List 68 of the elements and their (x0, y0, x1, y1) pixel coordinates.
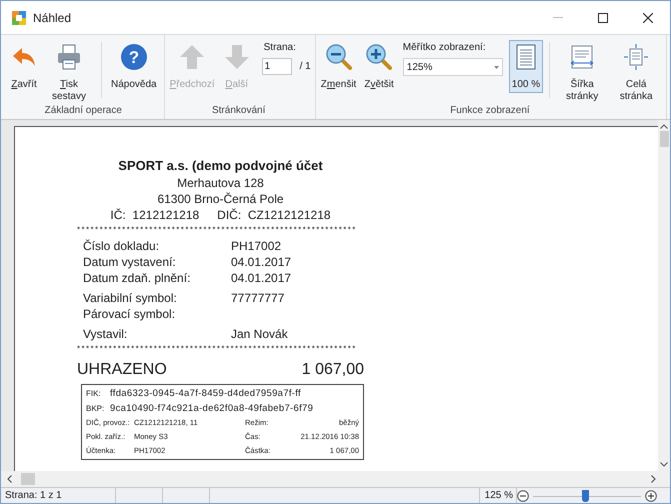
page-label: Strana: (264, 41, 297, 55)
up-arrow-icon (178, 43, 206, 71)
scale-label: Měřítko zobrazení: (402, 41, 487, 55)
zoom-out-icon (324, 43, 353, 71)
company-name: SPORT a.s. (demo podvojné účet (117, 157, 324, 175)
field-value: 77777777 (231, 290, 284, 306)
page-total: / 1 (300, 60, 311, 74)
field-label: Variabilní symbol: (83, 290, 178, 306)
zoom-in-icon[interactable] (645, 490, 657, 502)
scroll-left-icon (7, 475, 12, 483)
code-value: 9ca10490-f74c921a-de62f0a8-49fabeb7-6f79 (110, 402, 314, 416)
vertical-scrollbar[interactable] (658, 120, 670, 471)
scroll-down-icon (660, 462, 668, 467)
ribbon-button[interactable]: 100 % (508, 40, 544, 93)
ribbon-button: Další (220, 40, 254, 93)
code-value: ffda6323-0945-4a7f-8459-d4ded7959a7f-ff (110, 387, 301, 401)
ribbon-button[interactable]: Celá stránka (610, 40, 662, 105)
field-label: Vystavil: (83, 326, 128, 342)
horizontal-scrollbar[interactable] (1, 471, 670, 487)
minimize-icon (552, 17, 562, 18)
ribbon-button[interactable]: Zmenšit (318, 40, 360, 93)
separator-line: ************************************************************** (77, 226, 358, 234)
separator-line: ************************************************************** (77, 345, 358, 353)
field-value: Jan Novák (231, 326, 288, 342)
address-line: 61300 Brno-Černá Pole (156, 191, 285, 207)
field-label: Datum zdaň. plnění: (83, 270, 192, 286)
maximize-icon (598, 12, 608, 22)
total-label: UHRAZENO (77, 360, 167, 380)
ribbon-button[interactable]: Zavřít (7, 40, 41, 93)
printer-icon (55, 43, 83, 71)
ribbon-button[interactable]: Tisk sestavy (43, 40, 95, 105)
field-label: Datum vystavení: (83, 254, 177, 270)
field-label: Číslo dokladu: (83, 238, 160, 254)
group-label: Základní operace (44, 104, 123, 117)
field-label: Párovací symbol: (83, 306, 176, 322)
scrollbar-thumb[interactable] (21, 473, 35, 485)
field-value: 04.01.2017 (231, 270, 292, 286)
address-line: Merhautova 128 (176, 175, 265, 191)
zoom-slider[interactable] (533, 490, 641, 502)
ribbon-button[interactable]: ? Nápověda (108, 40, 160, 93)
total-amount: 1 067,00 (302, 360, 364, 380)
app-icon (11, 10, 27, 26)
group-label: Stránkování (210, 104, 266, 117)
help-icon: ? (120, 43, 148, 71)
company-id: IČ: 1212121218 (110, 207, 200, 223)
scale-combo[interactable]: 125% (402, 58, 503, 76)
company-id: DIČ: CZ1212121218 (217, 207, 331, 223)
field-value: 04.01.2017 (231, 254, 292, 270)
group-label: Funkce zobrazení (449, 104, 531, 117)
page-input[interactable]: 1 (262, 58, 292, 75)
dropdown-icon (494, 66, 499, 68)
ribbon-button[interactable]: Šířka stránky (556, 40, 608, 105)
ribbon-button[interactable]: Zvětšit (361, 40, 397, 93)
field-value: PH17002 (231, 238, 282, 254)
scrollbar-thumb[interactable] (660, 131, 668, 147)
window-title: Náhled (33, 10, 72, 26)
scroll-right-icon (651, 475, 656, 483)
close-icon (642, 12, 652, 22)
scroll-up-icon (660, 124, 668, 129)
zoom-out-icon[interactable] (517, 490, 529, 502)
code-label: FIK: (86, 388, 102, 400)
slider-thumb[interactable] (582, 490, 589, 502)
down-arrow-icon (222, 43, 251, 71)
whole-page-icon (622, 43, 650, 71)
ribbon-button: Předchozí (166, 40, 218, 93)
code-label: BKP: (86, 403, 106, 415)
zoom-in-icon (365, 43, 394, 71)
page-status: Strana: 1 z 1 (1, 488, 116, 503)
